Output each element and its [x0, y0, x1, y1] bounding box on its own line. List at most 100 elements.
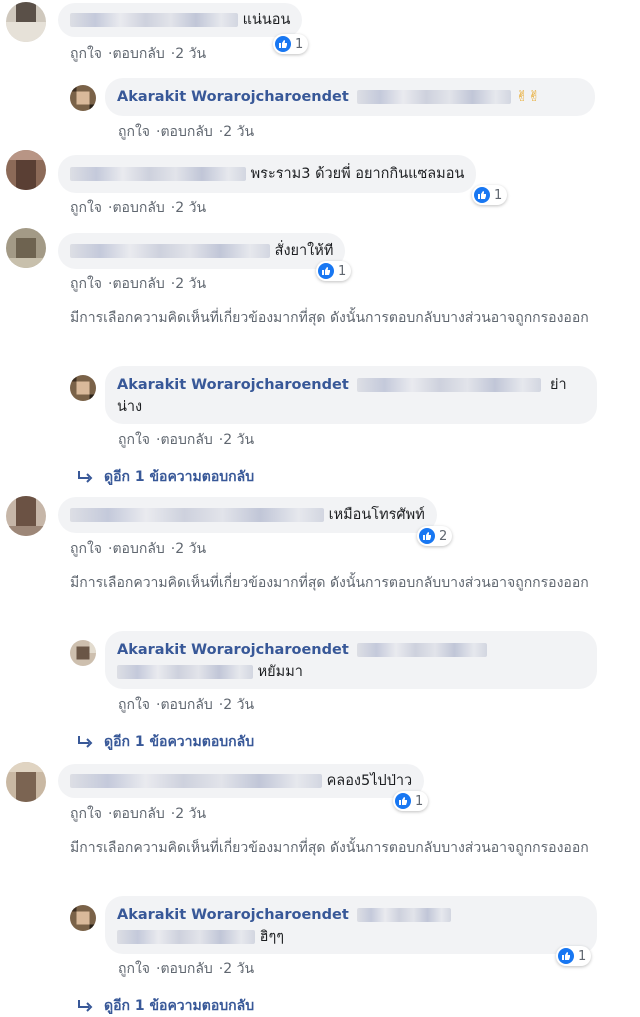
- avatar-image: [70, 375, 96, 401]
- comment-text: สั่งยาให้ที: [274, 243, 334, 259]
- comment-bubble: แน่นอน: [58, 3, 303, 37]
- view-more-replies[interactable]: ดูอีก 1 ข้อความตอบกลับ: [76, 995, 254, 1017]
- reply-link[interactable]: ตอบกลับ: [112, 541, 164, 557]
- reaction-count[interactable]: 1: [316, 261, 352, 281]
- author-name[interactable]: Akarakit Worarojcharoendet: [117, 89, 349, 105]
- commenter-name-blurred[interactable]: [70, 13, 238, 27]
- avatar-image: [6, 496, 46, 536]
- timestamp[interactable]: 2 วัน: [223, 697, 254, 713]
- comment-text: คลอง5ไปป่าว: [326, 773, 413, 789]
- reply-text-continued: น่าง: [117, 399, 143, 415]
- reply-bubble: Akarakit Worarojcharoendet หยัมมา: [105, 631, 597, 689]
- reaction-count[interactable]: 1: [273, 34, 309, 54]
- reply-link[interactable]: ตอบกลับ: [112, 46, 164, 62]
- timestamp[interactable]: 2 วัน: [175, 541, 206, 557]
- comment-bubble: คลอง5ไปป่าว: [58, 764, 425, 798]
- timestamp[interactable]: 2 วัน: [175, 806, 206, 822]
- commenter-name-blurred[interactable]: [70, 244, 270, 258]
- reaction-count[interactable]: 1: [393, 791, 429, 811]
- avatar[interactable]: [6, 228, 46, 268]
- reply-link[interactable]: ตอบกลับ: [160, 961, 212, 977]
- reply-link[interactable]: ตอบกลับ: [112, 806, 164, 822]
- reply-link[interactable]: ตอบกลับ: [160, 124, 212, 140]
- timestamp[interactable]: 2 วัน: [223, 124, 254, 140]
- reply-bubble: Akarakit Worarojcharoendet ฮิๆๆ: [105, 896, 597, 954]
- like-reaction-icon: [474, 187, 490, 203]
- comment-text: เหมือนโทรศัพท์: [328, 507, 425, 523]
- comment-bubble: สั่งยาให้ที: [58, 233, 346, 269]
- like-link[interactable]: ถูกใจ: [118, 124, 150, 140]
- reply-link[interactable]: ตอบกลับ: [160, 697, 212, 713]
- view-more-replies[interactable]: ดูอีก 1 ข้อความตอบกลับ: [76, 466, 254, 488]
- like-link[interactable]: ถูกใจ: [70, 806, 102, 822]
- avatar[interactable]: [70, 640, 96, 666]
- avatar[interactable]: [70, 375, 96, 401]
- comment-actions: ถูกใจ ·ตอบกลับ ·2 วัน: [70, 276, 207, 292]
- reply-link[interactable]: ตอบกลับ: [112, 276, 164, 292]
- avatar[interactable]: [70, 85, 96, 111]
- reply-bubble: Akarakit Worarojcharoendet ย่า น่าง: [105, 366, 597, 424]
- like-link[interactable]: ถูกใจ: [118, 961, 150, 977]
- avatar-image: [6, 2, 46, 42]
- timestamp[interactable]: 2 วัน: [175, 46, 206, 62]
- avatar[interactable]: [6, 2, 46, 42]
- avatar-image: [70, 640, 96, 666]
- like-reaction-icon: [395, 793, 411, 809]
- avatar-image: [6, 228, 46, 268]
- avatar[interactable]: [70, 905, 96, 931]
- reply-bubble: Akarakit Worarojcharoendet ✌✌: [105, 78, 595, 116]
- author-name[interactable]: Akarakit Worarojcharoendet: [117, 377, 349, 393]
- comment-actions: ถูกใจ ·ตอบกลับ ·2 วัน: [118, 124, 255, 140]
- avatar-image: [70, 905, 96, 931]
- comment-actions: ถูกใจ ·ตอบกลับ ·2 วัน: [70, 806, 207, 822]
- timestamp[interactable]: 2 วัน: [223, 961, 254, 977]
- reaction-count[interactable]: 2: [417, 526, 453, 546]
- author-name[interactable]: Akarakit Worarojcharoendet: [117, 907, 349, 923]
- reaction-count[interactable]: 1: [556, 946, 592, 966]
- like-link[interactable]: ถูกใจ: [70, 200, 102, 216]
- comment-text: แน่นอน: [242, 12, 291, 28]
- avatar-image: [6, 762, 46, 802]
- avatar[interactable]: [6, 150, 46, 190]
- reply-text: ย่า: [549, 377, 567, 393]
- comment-text: พระราม3 ด้วยพี่ อยากกินแซลมอน: [250, 166, 465, 182]
- comment-actions: ถูกใจ ·ตอบกลับ ·2 วัน: [118, 432, 255, 448]
- timestamp[interactable]: 2 วัน: [175, 200, 206, 216]
- avatar-image: [70, 85, 96, 111]
- author-name[interactable]: Akarakit Worarojcharoendet: [117, 642, 349, 658]
- timestamp[interactable]: 2 วัน: [223, 432, 254, 448]
- reply-arrow-icon: [78, 736, 93, 748]
- like-reaction-icon: [558, 948, 574, 964]
- reply-link[interactable]: ตอบกลับ: [112, 200, 164, 216]
- filtered-replies-note: มีการเลือกความคิดเห็นที่เกี่ยวข้องมากที่…: [70, 575, 589, 591]
- filtered-replies-note: มีการเลือกความคิดเห็นที่เกี่ยวข้องมากที่…: [70, 310, 589, 326]
- reply-arrow-icon: [78, 471, 93, 483]
- commenter-name-blurred[interactable]: [70, 167, 246, 181]
- avatar[interactable]: [6, 762, 46, 802]
- comment-bubble: เหมือนโทรศัพท์: [58, 497, 437, 533]
- like-reaction-icon: [275, 36, 291, 52]
- filtered-replies-note: มีการเลือกความคิดเห็นที่เกี่ยวข้องมากที่…: [70, 840, 589, 856]
- like-link[interactable]: ถูกใจ: [118, 432, 150, 448]
- avatar[interactable]: [6, 496, 46, 536]
- avatar-image: [6, 150, 46, 190]
- view-more-replies[interactable]: ดูอีก 1 ข้อความตอบกลับ: [76, 731, 254, 753]
- reply-arrow-icon: [78, 1000, 93, 1012]
- comment-actions: ถูกใจ ·ตอบกลับ ·2 วัน: [70, 46, 207, 62]
- like-link[interactable]: ถูกใจ: [70, 276, 102, 292]
- like-link[interactable]: ถูกใจ: [70, 46, 102, 62]
- commenter-name-blurred[interactable]: [70, 774, 322, 788]
- reply-link[interactable]: ตอบกลับ: [160, 432, 212, 448]
- timestamp[interactable]: 2 วัน: [175, 276, 206, 292]
- reaction-count[interactable]: 1: [472, 185, 508, 205]
- like-link[interactable]: ถูกใจ: [70, 541, 102, 557]
- comment-actions: ถูกใจ ·ตอบกลับ ·2 วัน: [70, 541, 207, 557]
- comment-actions: ถูกใจ ·ตอบกลับ ·2 วัน: [118, 697, 255, 713]
- comment-actions: ถูกใจ ·ตอบกลับ ·2 วัน: [70, 200, 207, 216]
- commenter-name-blurred[interactable]: [70, 508, 324, 522]
- comment-bubble: พระราม3 ด้วยพี่ อยากกินแซลมอน: [58, 155, 477, 193]
- like-reaction-icon: [419, 528, 435, 544]
- reply-text: ✌✌: [515, 89, 541, 105]
- like-link[interactable]: ถูกใจ: [118, 697, 150, 713]
- comment-actions: ถูกใจ ·ตอบกลับ ·2 วัน: [118, 961, 255, 977]
